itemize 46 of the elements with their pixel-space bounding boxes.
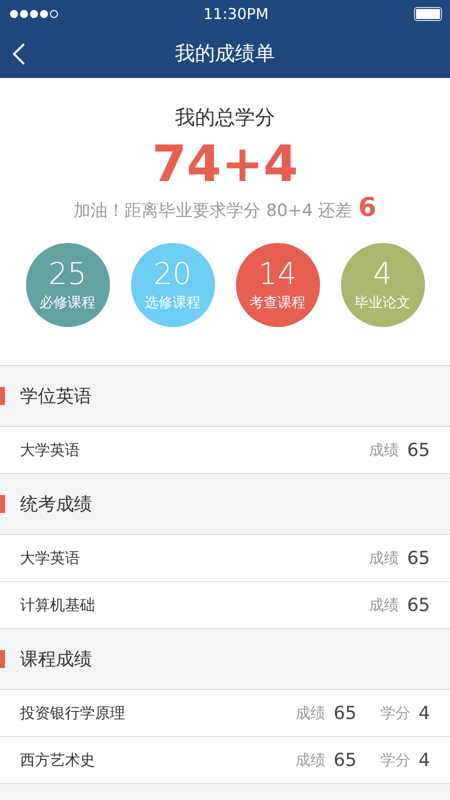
page-title: 我的成绩单: [175, 40, 275, 66]
score-label: 成绩: [296, 750, 326, 770]
score-label: 成绩: [369, 596, 400, 614]
stat-label: 考查课程: [250, 294, 306, 312]
stat-label: 必修课程: [40, 294, 96, 312]
course-name: 计算机基础: [20, 596, 95, 614]
score-value: 65: [407, 548, 430, 568]
score-value: 65: [334, 750, 357, 770]
grade-row[interactable]: 大学英语 成绩 65: [0, 535, 450, 582]
course-name: 投资银行学原理: [20, 704, 125, 722]
score-value: 65: [407, 440, 430, 460]
section-title: 学位英语: [20, 385, 92, 408]
course-name: 西方艺术史: [20, 750, 95, 770]
signal-icon: [10, 10, 58, 18]
course-name: 大学英语: [20, 548, 80, 568]
score-label: 成绩: [369, 548, 400, 568]
summary-heading: 我的总学分: [175, 104, 275, 131]
credit-label: 学分: [380, 750, 411, 770]
grade-row[interactable]: 西方艺术史 成绩 65 学分 4: [0, 737, 450, 784]
grade-row[interactable]: 大学英语 成绩 65: [0, 427, 450, 474]
score-value: 65: [407, 594, 430, 616]
stat-label: 选修课程: [144, 294, 200, 312]
section-title: 课程成绩: [20, 648, 92, 671]
course-name: 大学英语: [20, 440, 80, 460]
score-value: 65: [334, 702, 357, 724]
stat-value: 4: [372, 258, 392, 292]
credit-label: 学分: [380, 704, 411, 722]
status-time: 11:30PM: [203, 5, 269, 23]
score-label: 成绩: [296, 704, 326, 722]
score-label: 成绩: [369, 440, 400, 460]
grade-row[interactable]: 计算机基础 成绩 65: [0, 582, 450, 629]
credit-value: 4: [418, 750, 430, 770]
accent-marker: [0, 387, 5, 405]
credits-gap: 6: [358, 193, 376, 223]
accent-marker: [0, 495, 5, 513]
credit-value: 4: [418, 702, 430, 724]
stat-value: 20: [153, 258, 192, 292]
accent-marker: [0, 650, 5, 668]
stat-value: 14: [258, 258, 297, 292]
total-credits: 74+4: [152, 135, 298, 193]
progress-message: 加油！距离毕业要求学分 80+4 还差: [74, 200, 352, 222]
grade-row[interactable]: 投资银行学原理 成绩 65 学分 4: [0, 690, 450, 737]
section-title: 统考成绩: [20, 493, 92, 516]
stat-label: 毕业论文: [354, 294, 410, 312]
battery-icon: [414, 7, 442, 21]
stat-value: 25: [48, 258, 87, 292]
